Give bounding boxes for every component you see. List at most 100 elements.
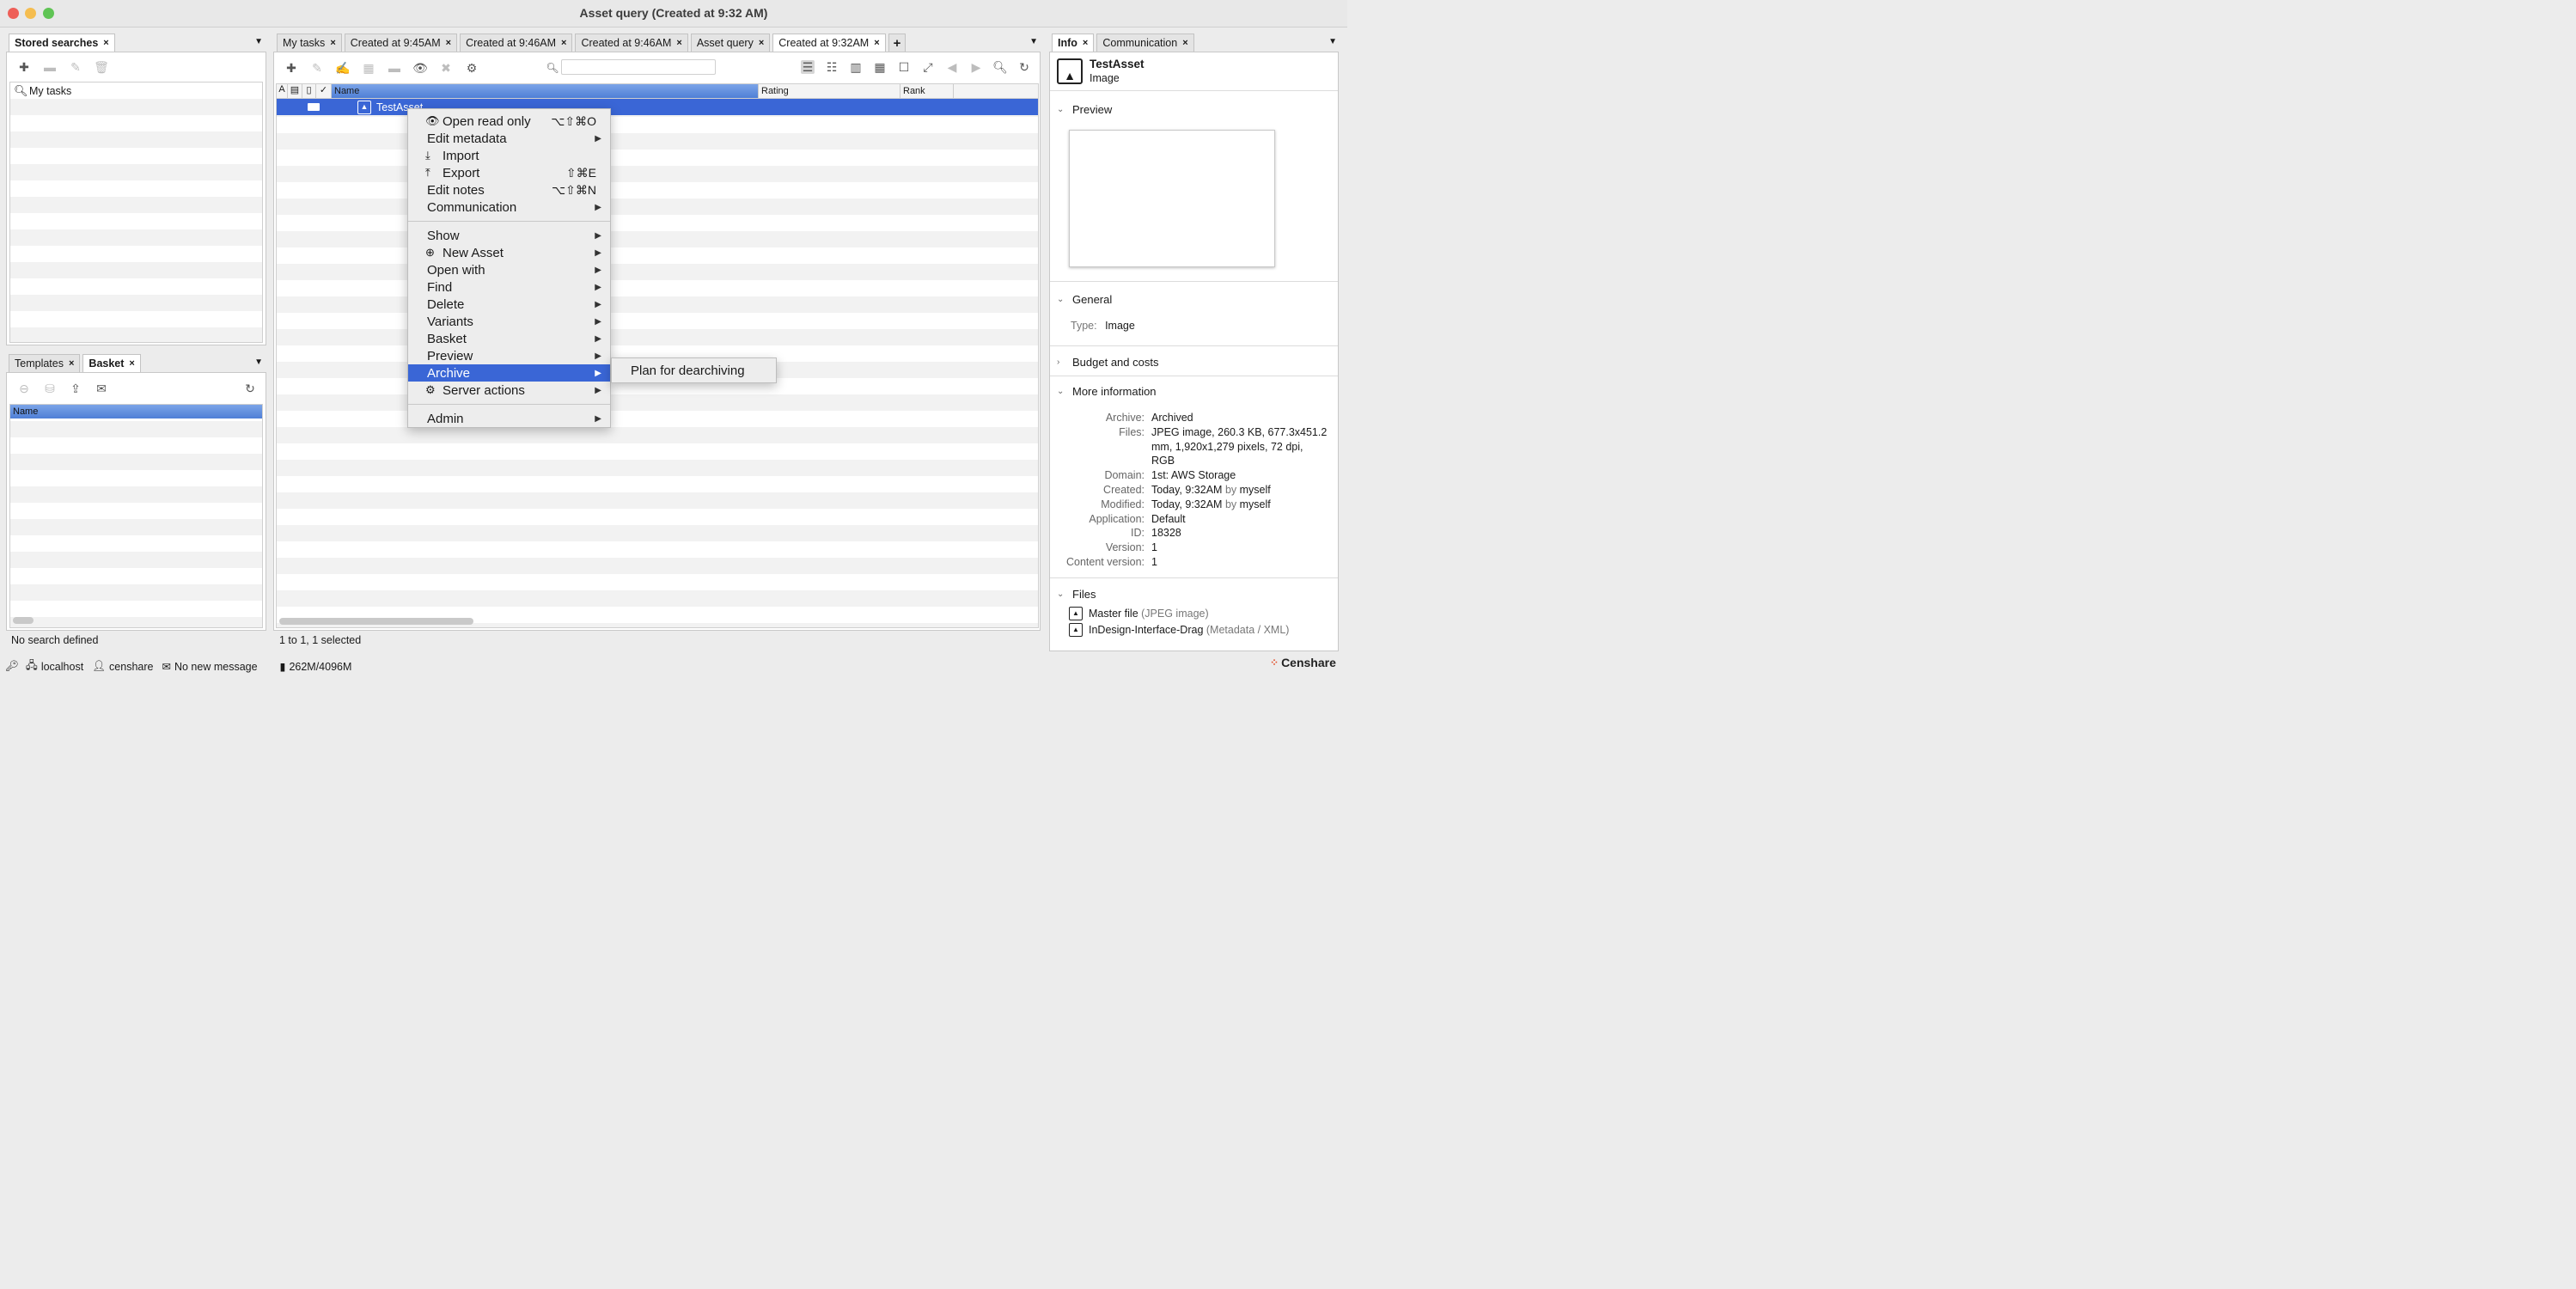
file-item[interactable]: ▲ Master file (JPEG image) xyxy=(1069,605,1289,621)
user-link[interactable]: myself xyxy=(1240,498,1271,510)
submenu-arrow-icon: ▶ xyxy=(595,368,601,378)
horizontal-scrollbar[interactable] xyxy=(13,617,34,624)
close-icon[interactable]: × xyxy=(446,38,451,48)
rating-column-header[interactable]: Rating xyxy=(759,84,900,98)
rank-column-header[interactable]: Rank xyxy=(900,84,954,98)
menu-item-variants[interactable]: Variants ▶ xyxy=(408,313,610,330)
new-asset-icon[interactable]: ✚ xyxy=(284,61,298,75)
zoom-search-icon[interactable]: 🔍︎ xyxy=(992,60,1008,74)
doc-col-icon[interactable]: ▤ xyxy=(288,84,302,98)
check-col-icon[interactable]: ✓ xyxy=(316,84,332,98)
panel-menu-chevron-icon[interactable]: ▼ xyxy=(254,37,263,46)
type-key: Type: xyxy=(1071,320,1097,332)
panel-menu-chevron-icon[interactable]: ▼ xyxy=(1328,37,1337,46)
close-icon[interactable]: × xyxy=(759,38,764,48)
tab-created-946-a[interactable]: Created at 9:46AM × xyxy=(460,34,573,52)
menu-item-admin[interactable]: Admin ▶ xyxy=(408,410,610,427)
close-icon[interactable]: × xyxy=(1083,38,1088,48)
more-info-section-header[interactable]: ⌄ More information xyxy=(1057,385,1157,398)
file-name: InDesign-Interface-Drag xyxy=(1089,623,1204,636)
user-link[interactable]: myself xyxy=(1240,484,1271,496)
tab-created-932[interactable]: Created at 9:32AM × xyxy=(772,34,886,52)
menu-item-plan-for-dearchiving[interactable]: Plan for dearchiving xyxy=(631,363,745,378)
budget-section-header[interactable]: › Budget and costs xyxy=(1057,356,1158,369)
menu-item-new-asset[interactable]: ⊕ New Asset ▶ xyxy=(408,244,610,261)
name-column-header[interactable]: Name xyxy=(332,84,759,98)
close-icon[interactable]: × xyxy=(129,358,134,369)
menu-item-import[interactable]: ⤓ Import xyxy=(408,147,610,164)
remove-icon: ⊖ xyxy=(19,381,29,395)
eye-icon[interactable]: 👁︎ xyxy=(412,61,428,75)
preview-section-header[interactable]: ⌄ Preview xyxy=(1057,103,1112,116)
table-row[interactable]: ▲ TestAsset xyxy=(277,99,1038,115)
menu-item-open-with[interactable]: Open with ▶ xyxy=(408,261,610,278)
single-view-icon[interactable]: ☐ xyxy=(897,60,911,74)
list-view-icon[interactable]: ☰ xyxy=(801,60,815,74)
menu-item-export[interactable]: ⤒ Export ⇧⌘E xyxy=(408,164,610,181)
panel-menu-chevron-icon[interactable]: ▼ xyxy=(254,357,263,367)
files-section-header[interactable]: ⌄ Files xyxy=(1057,588,1096,601)
search-input[interactable] xyxy=(561,59,716,75)
menu-label: Edit metadata xyxy=(427,131,507,146)
close-icon[interactable]: × xyxy=(103,38,108,48)
menu-item-edit-metadata[interactable]: Edit metadata ▶ xyxy=(408,130,610,147)
submenu-arrow-icon: ▶ xyxy=(595,333,601,344)
type-col-icon[interactable]: A xyxy=(277,84,288,98)
menu-item-communication[interactable]: Communication ▶ xyxy=(408,199,610,216)
preview-thumbnail[interactable] xyxy=(1069,130,1275,267)
refresh-icon[interactable]: ↻ xyxy=(1017,60,1031,74)
file-item[interactable]: ▲ InDesign-Interface-Drag (Metadata / XM… xyxy=(1069,621,1289,638)
by-label: by xyxy=(1224,498,1237,510)
list-item[interactable]: 🔍︎ My tasks xyxy=(10,82,262,99)
grid-view-icon[interactable]: ▦ xyxy=(873,60,887,74)
tab-info[interactable]: Info × xyxy=(1052,34,1095,52)
panel-menu-chevron-icon[interactable]: ▼ xyxy=(1029,37,1038,46)
menu-item-show[interactable]: Show ▶ xyxy=(408,227,610,244)
horizontal-scrollbar[interactable] xyxy=(279,618,473,625)
info-value: JPEG image, 260.3 KB, 677.3x451.2 mm, 1,… xyxy=(1151,425,1328,467)
title-bar: Asset query (Created at 9:32 AM) xyxy=(0,0,1347,27)
tab-basket[interactable]: Basket × xyxy=(82,354,141,372)
send-icon[interactable]: ✉ xyxy=(95,382,108,395)
stored-searches-tabbar: Stored searches × ▼ xyxy=(9,33,266,52)
close-icon[interactable]: × xyxy=(1182,38,1187,48)
tab-stored-searches[interactable]: Stored searches × xyxy=(9,34,115,52)
edit-metadata-icon[interactable]: ✍ xyxy=(335,61,350,75)
file-col-icon[interactable]: ▯ xyxy=(302,84,316,98)
close-icon[interactable]: × xyxy=(561,38,566,48)
name-column-header[interactable]: Name xyxy=(10,405,262,418)
menu-item-edit-notes[interactable]: Edit notes ⌥⇧⌘N xyxy=(408,181,610,199)
menu-item-preview[interactable]: Preview ▶ xyxy=(408,347,610,364)
close-icon[interactable]: × xyxy=(330,38,335,48)
column-view-icon[interactable]: ▥ xyxy=(849,60,863,74)
menu-item-delete[interactable]: Delete ▶ xyxy=(408,296,610,313)
menu-item-archive[interactable]: Archive ▶ xyxy=(408,364,610,382)
export-icon[interactable]: ⇪ xyxy=(69,382,82,395)
menu-separator xyxy=(408,404,610,405)
tab-created-946-b[interactable]: Created at 9:46AM × xyxy=(575,34,688,52)
close-icon[interactable]: × xyxy=(69,358,74,369)
menu-item-server-actions[interactable]: ⚙ Server actions ▶ xyxy=(408,382,610,399)
add-search-icon[interactable]: ✚ xyxy=(17,60,31,74)
info-value: Today, 9:32AM by myself xyxy=(1151,498,1338,512)
tab-asset-query[interactable]: Asset query × xyxy=(690,34,771,52)
close-icon[interactable]: × xyxy=(874,38,879,48)
menu-item-open-read-only[interactable]: 👁︎ Open read only ⌥⇧⌘O xyxy=(408,113,610,130)
mail-icon[interactable]: ✉ xyxy=(162,660,170,673)
close-icon[interactable]: × xyxy=(676,38,681,48)
menu-item-find[interactable]: Find ▶ xyxy=(408,278,610,296)
submenu-arrow-icon: ▶ xyxy=(595,299,601,309)
add-tab-button[interactable]: + xyxy=(888,34,906,52)
tab-created-945[interactable]: Created at 9:45AM × xyxy=(344,34,458,52)
key-icon[interactable]: 🔑︎ xyxy=(5,660,19,673)
tab-communication[interactable]: Communication × xyxy=(1096,34,1194,52)
tab-templates[interactable]: Templates × xyxy=(9,354,81,372)
tab-my-tasks[interactable]: My tasks × xyxy=(277,34,342,52)
fullscreen-icon[interactable]: ⤢ xyxy=(921,60,935,74)
gear-icon[interactable]: ⚙ xyxy=(465,61,479,75)
detail-view-icon[interactable]: ☷ xyxy=(825,60,839,74)
general-section-header[interactable]: ⌄ General xyxy=(1057,293,1112,306)
menu-item-basket[interactable]: Basket ▶ xyxy=(408,330,610,347)
basket-icon: ⛁ xyxy=(45,381,55,395)
refresh-icon[interactable]: ↻ xyxy=(243,382,257,395)
